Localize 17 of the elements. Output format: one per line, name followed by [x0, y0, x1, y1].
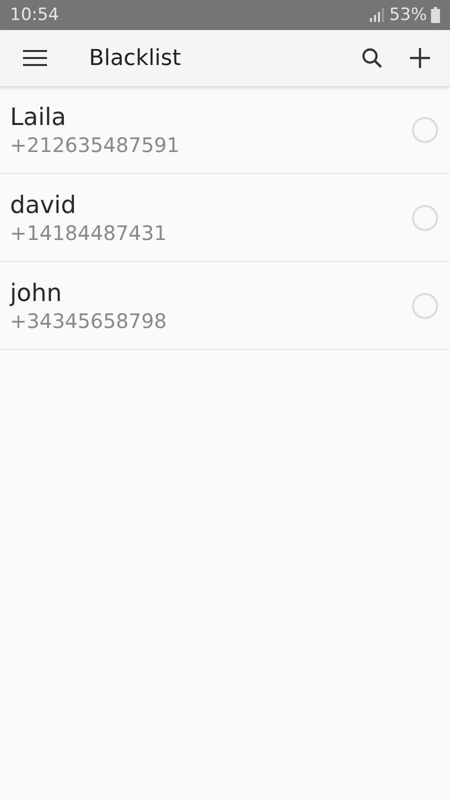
search-icon — [360, 46, 384, 70]
battery-icon — [431, 7, 440, 23]
contact-name: david — [10, 190, 78, 218]
select-radio[interactable] — [412, 116, 438, 142]
battery-percent: 53% — [389, 5, 427, 25]
select-radio[interactable] — [412, 204, 438, 230]
contact-name: Laila — [10, 102, 68, 130]
app-title: Blacklist — [89, 46, 182, 70]
signal-icon — [369, 8, 386, 22]
select-radio[interactable] — [412, 292, 438, 318]
phone-number: +14184487431 — [10, 220, 168, 244]
phone-number: +34345658798 — [10, 308, 168, 332]
menu-icon — [23, 49, 47, 67]
plus-icon — [409, 47, 431, 69]
contact-name: john — [10, 278, 63, 306]
status-time: 10:54 — [10, 5, 59, 25]
phone-number: +212635487591 — [10, 132, 180, 156]
